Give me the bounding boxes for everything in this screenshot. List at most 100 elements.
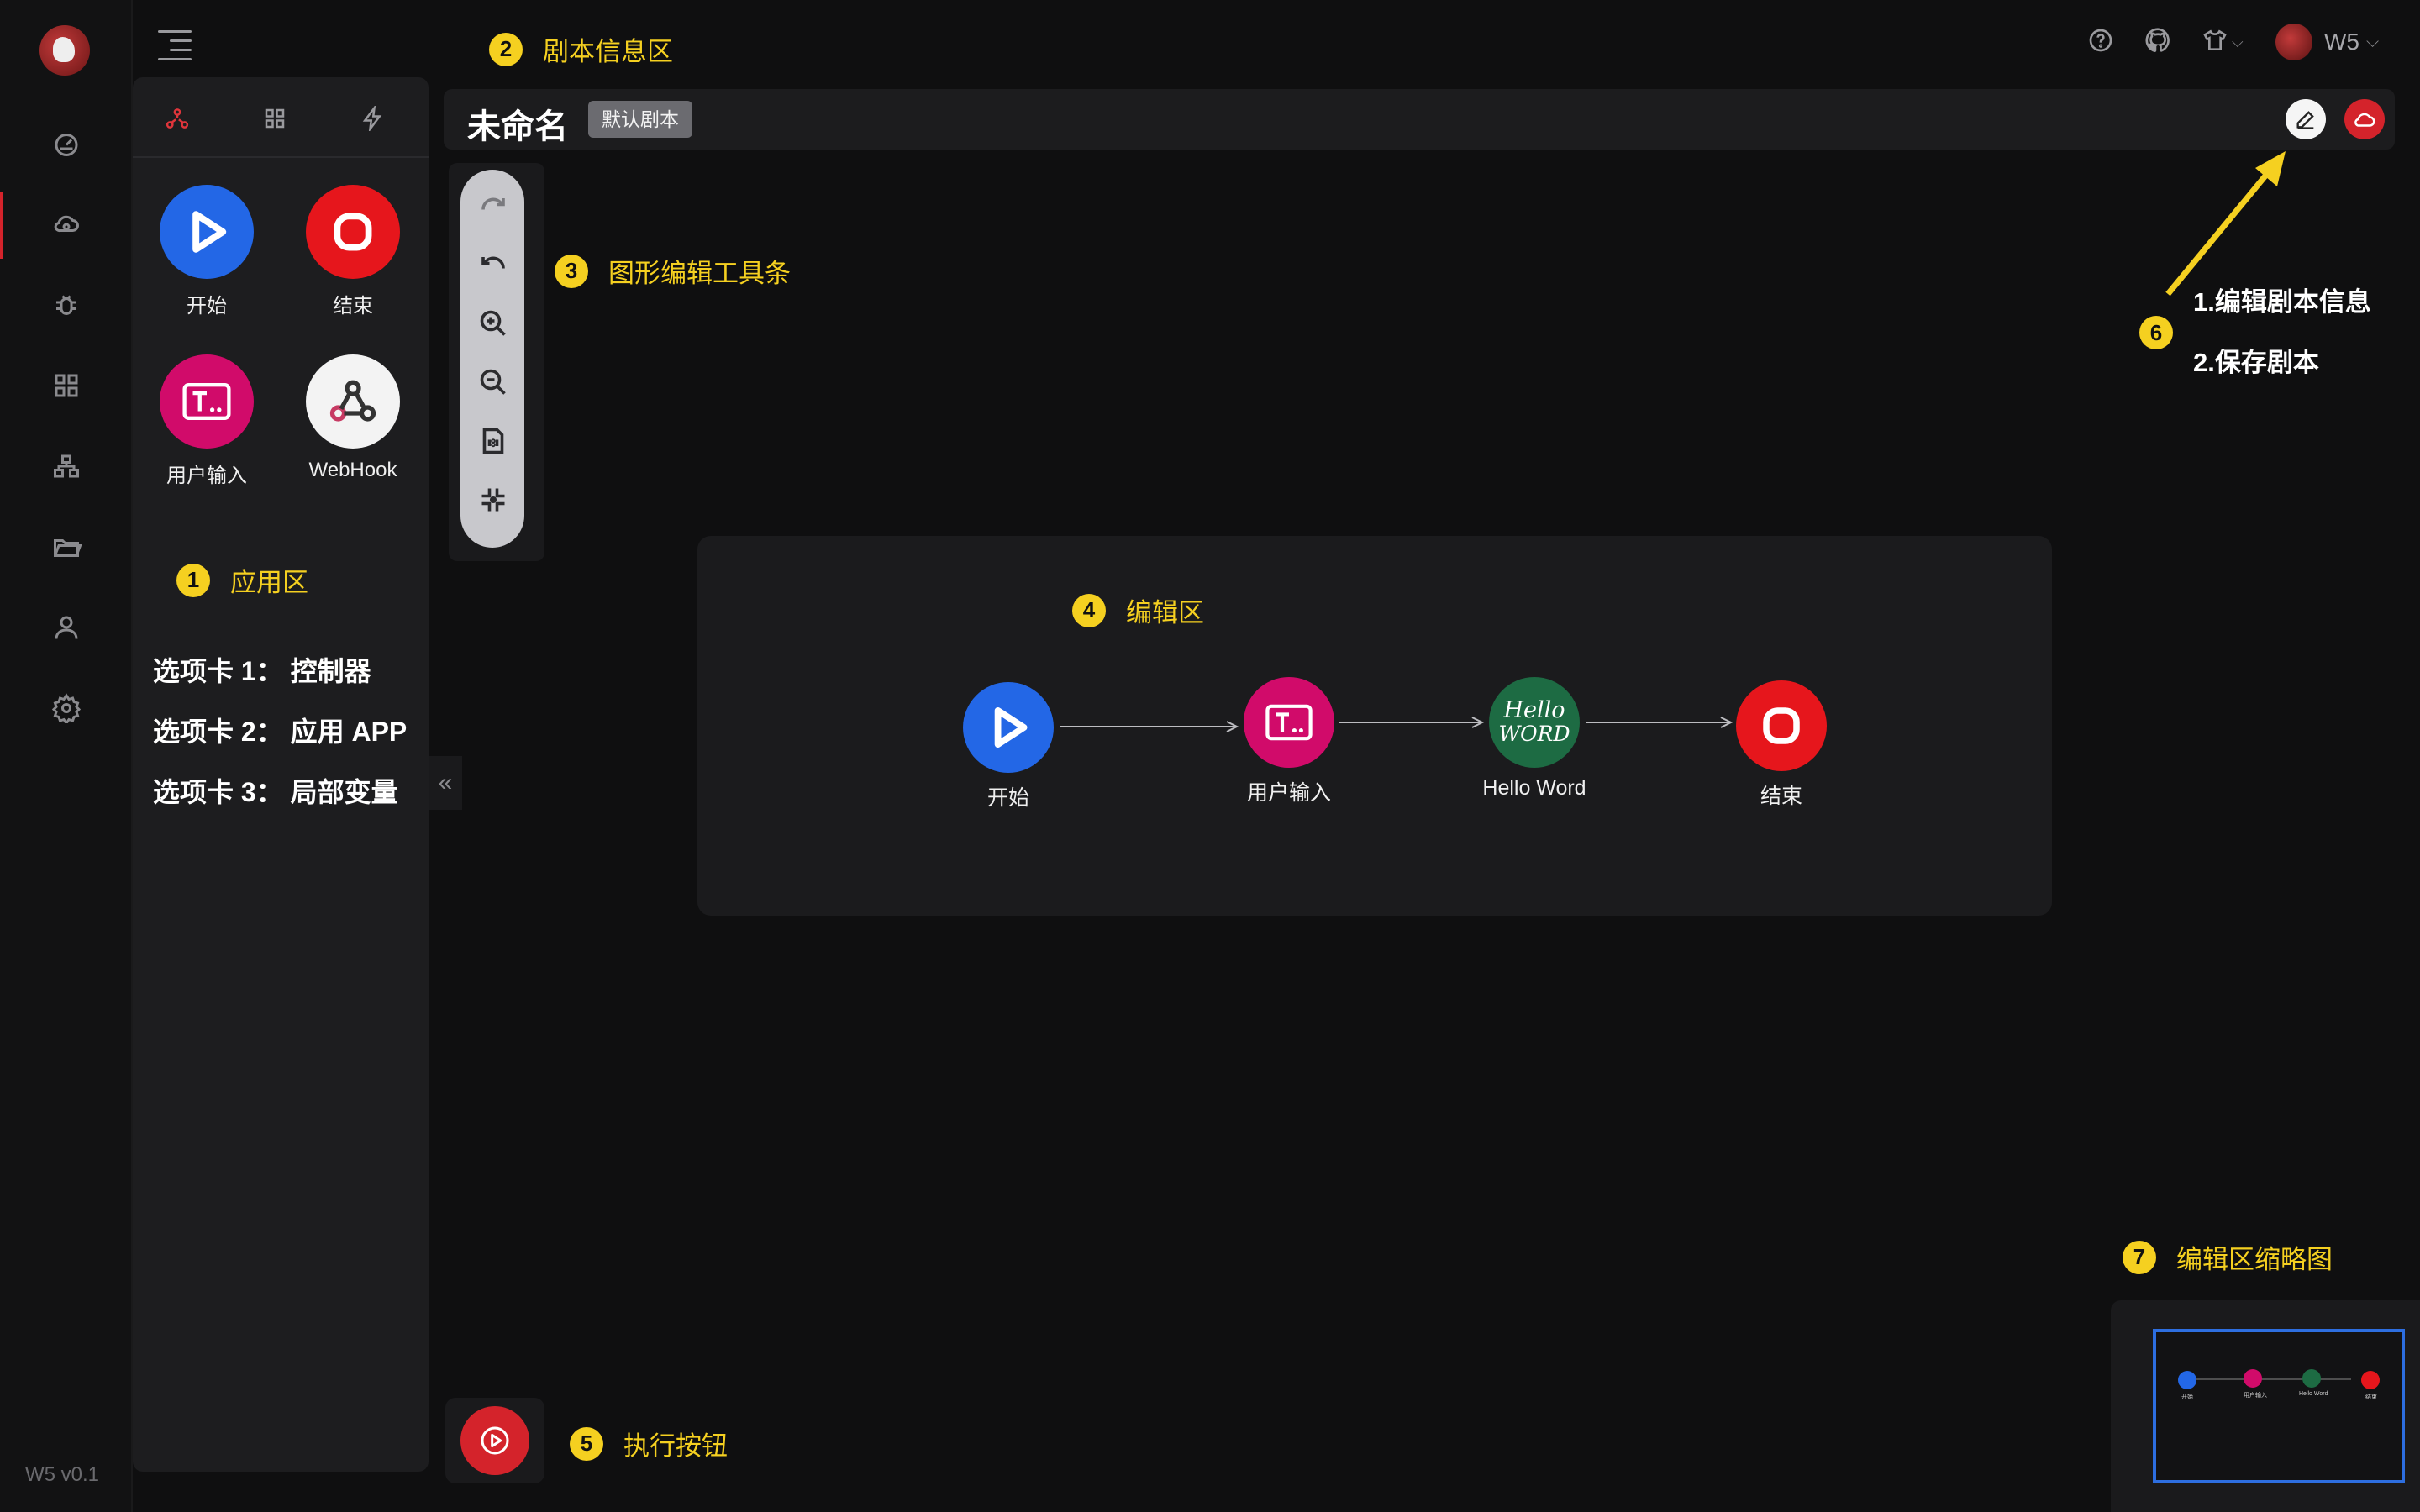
annotation-text: 剧本信息区 [543, 37, 673, 66]
version-label: W5 v0.1 [25, 1463, 100, 1486]
bug-icon[interactable] [47, 286, 86, 324]
annotation-number: 6 [2139, 316, 2173, 349]
flow-node-label: 开始 [986, 786, 1029, 810]
annotation-3: 3 图形编辑工具条 [555, 252, 791, 290]
annotation-text: 执行按钮 [623, 1431, 728, 1461]
minimap-node [2178, 1371, 2196, 1389]
annotation-number: 3 [555, 254, 588, 288]
flow-node-end[interactable]: 结束 [1714, 680, 1849, 810]
tab-description-2: 选项卡 2： 应用 APP [153, 717, 408, 747]
graph-toolbar [460, 170, 524, 548]
chevron-down-icon: ⌵ [2366, 32, 2380, 51]
app-panel: 开始 结束 用户输入 WebHook 1 应用区 选项卡 1： 控制器 选项卡 … [133, 77, 429, 1472]
flow-node-label: 用户输入 [1246, 781, 1331, 805]
app-label: 结束 [333, 295, 373, 318]
annotation-number: 1 [176, 563, 210, 597]
flow-node-user-input[interactable]: 用户输入 [1222, 677, 1356, 806]
flow-node-label: Hello Word [1482, 776, 1586, 800]
annotation-7: 7 编辑区缩略图 [2123, 1238, 2333, 1276]
annotation-text: 应用区 [230, 568, 308, 597]
zoom-in-icon[interactable] [477, 307, 509, 339]
flow-node-hello-word[interactable]: Hello WORD Hello Word [1467, 677, 1602, 801]
annotation-text: 图形编辑工具条 [608, 259, 791, 288]
minimap-container: 开始 用户输入 Hello Word 结束 [2111, 1300, 2420, 1512]
help-icon[interactable] [2087, 24, 2114, 60]
annotation-number: 2 [489, 32, 523, 66]
hello-text: Hello [1503, 697, 1565, 723]
avatar [2275, 24, 2312, 60]
script-info-bar: 未命名 默认剧本 [444, 89, 2395, 150]
variables-tab-icon[interactable] [360, 103, 390, 136]
flow-edges [1060, 717, 1733, 732]
minimap-label: 用户输入 [2244, 1393, 2267, 1399]
chevron-down-icon: ⌵ [2232, 33, 2244, 50]
minimap-node [2302, 1369, 2321, 1388]
tab-description-1: 选项卡 1： 控制器 [153, 656, 371, 686]
run-button[interactable] [460, 1406, 529, 1475]
app-logo[interactable] [39, 25, 90, 76]
annotation-6-note-1: 1.编辑剧本信息 [2193, 287, 2371, 317]
minimap-viewport[interactable]: 开始 用户输入 Hello Word 结束 [2153, 1329, 2405, 1483]
app-end[interactable]: 结束 [294, 185, 412, 318]
active-indicator [0, 192, 3, 259]
cloud-icon[interactable] [47, 205, 86, 244]
redo-icon[interactable] [477, 190, 509, 222]
stop-icon [1736, 680, 1827, 771]
script-title: 未命名 [467, 108, 568, 145]
cloud-icon [2354, 113, 2375, 127]
fit-view-icon[interactable] [477, 484, 509, 516]
minimap-label: Hello Word [2299, 1391, 2328, 1397]
annotation-text: 编辑区缩略图 [2176, 1245, 2333, 1274]
annotation-6: 6 [2139, 316, 2173, 349]
minimap-node [2361, 1371, 2380, 1389]
minimap-label: 开始 [2181, 1394, 2193, 1400]
zoom-out-icon[interactable] [477, 366, 509, 398]
run-button-container [445, 1398, 544, 1483]
text-input-icon [160, 354, 254, 449]
annotation-number: 5 [570, 1426, 603, 1461]
flow-node-label: 结束 [1760, 785, 1802, 808]
annotation-number: 7 [2123, 1240, 2156, 1274]
script-tag: 默认剧本 [588, 101, 692, 138]
play-icon [160, 185, 254, 279]
annotation-2: 2 剧本信息区 [489, 30, 673, 68]
collapse-panel-button[interactable]: « [429, 756, 462, 810]
app-label: 开始 [187, 295, 227, 318]
save-script-button[interactable] [2344, 99, 2385, 139]
user-menu[interactable]: W5 ⌵ [2275, 24, 2379, 60]
undo-icon[interactable] [477, 249, 509, 281]
sitemap-icon[interactable] [47, 447, 86, 486]
text-input-icon [1244, 677, 1334, 768]
user-icon[interactable] [47, 608, 86, 647]
github-icon[interactable] [2144, 24, 2171, 60]
minimap-node [2244, 1369, 2262, 1388]
edit-script-button[interactable] [2286, 99, 2326, 139]
settings-icon[interactable] [47, 689, 86, 727]
actual-size-icon[interactable] [477, 425, 509, 457]
graph-toolbar-container [449, 163, 544, 561]
folder-icon[interactable] [47, 528, 86, 566]
play-icon [963, 682, 1054, 773]
controller-tab-icon[interactable] [165, 106, 195, 136]
menu-toggle-icon[interactable] [158, 30, 192, 60]
left-rail: W5 v0.1 [0, 0, 133, 1512]
flow-node-start[interactable]: 开始 [941, 682, 1076, 811]
play-circle-icon [481, 1426, 509, 1455]
word-text: WORD [1498, 722, 1570, 746]
panel-tabs [133, 77, 429, 158]
flow-edit-area[interactable]: 4 编辑区 开始 用户输入 Hello WORD Hello Word 结束 [697, 536, 2052, 916]
annotation-1: 1 应用区 [176, 561, 308, 599]
apps-tab-icon[interactable] [262, 106, 292, 136]
dashboard-icon[interactable] [47, 124, 86, 163]
hello-word-icon: Hello WORD [1489, 677, 1580, 768]
app-webhook[interactable]: WebHook [294, 354, 412, 482]
minimap-label: 结束 [2365, 1394, 2377, 1400]
app-start[interactable]: 开始 [148, 185, 266, 318]
app-user-input[interactable]: 用户输入 [148, 354, 266, 488]
grid-icon[interactable] [47, 366, 86, 405]
user-name: W5 [2324, 29, 2360, 55]
app-label: 用户输入 [166, 465, 247, 487]
webhook-icon [306, 354, 400, 449]
theme-icon[interactable]: ⌵ [2202, 24, 2244, 60]
stop-icon [306, 185, 400, 279]
